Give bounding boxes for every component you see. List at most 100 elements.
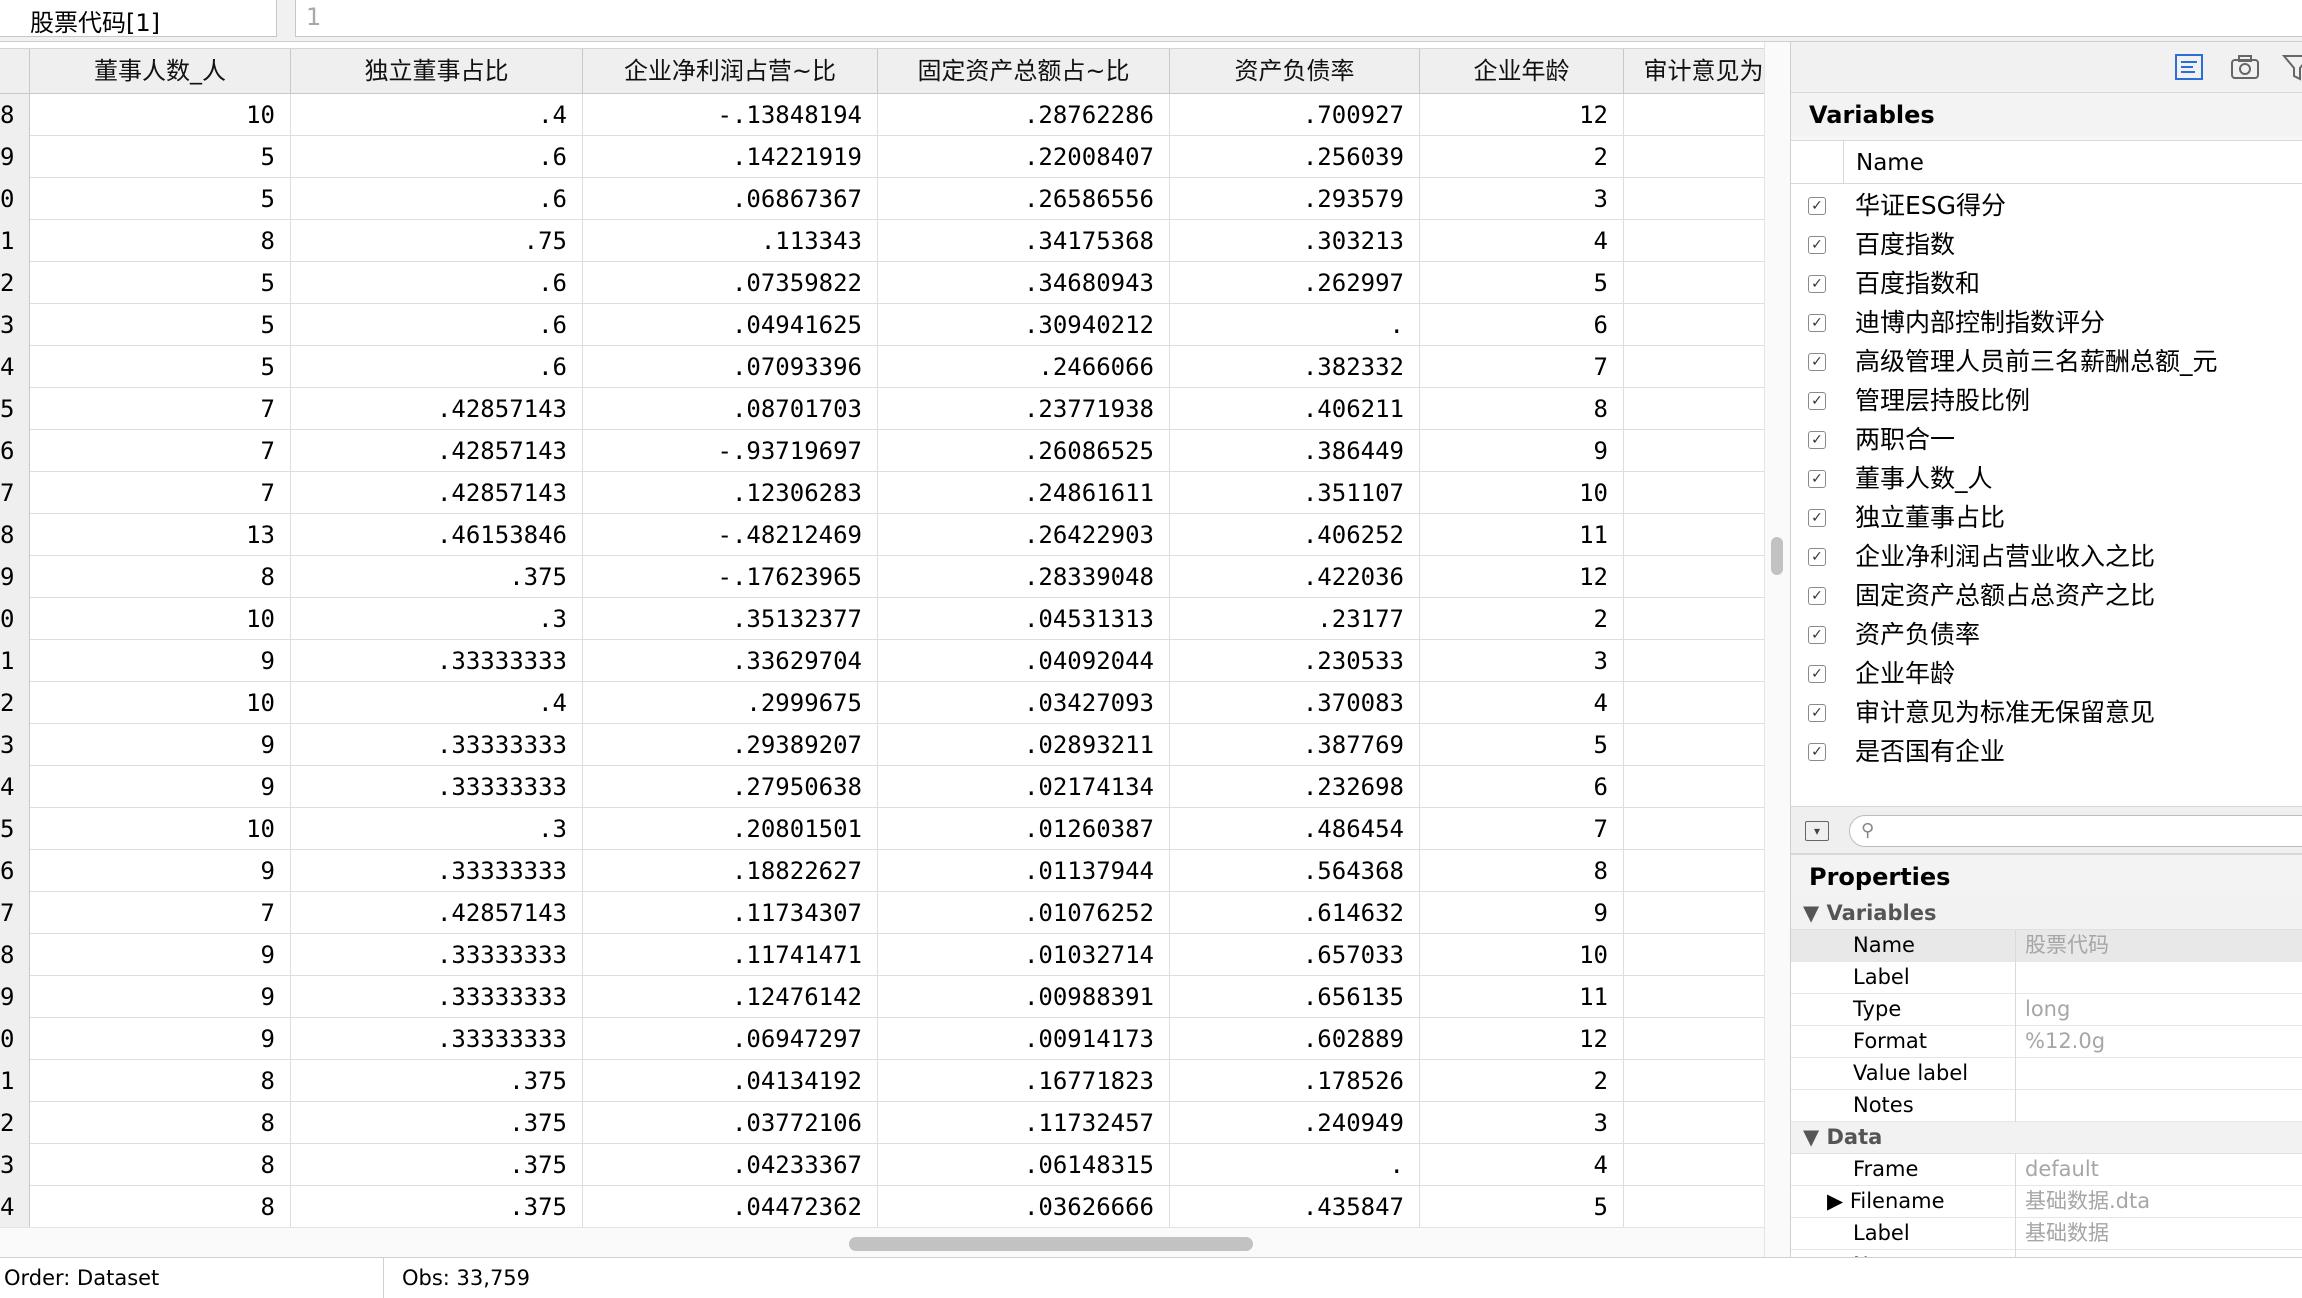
table-cell[interactable]: .26086525 bbox=[878, 430, 1170, 472]
table-cell[interactable]: .24861611 bbox=[878, 472, 1170, 514]
variable-visible-checkbox[interactable]: ✓ bbox=[1808, 392, 1826, 410]
table-cell[interactable]: 12 bbox=[1420, 556, 1624, 598]
table-cell[interactable]: .406252 bbox=[1170, 514, 1420, 556]
table-cell[interactable] bbox=[1624, 556, 1764, 598]
table-cell[interactable]: 3 bbox=[1420, 640, 1624, 682]
variable-visible-checkbox[interactable]: ✓ bbox=[1808, 587, 1826, 605]
table-cell[interactable]: .375 bbox=[291, 556, 583, 598]
name-column-header[interactable]: Name bbox=[1843, 141, 2302, 185]
table-cell[interactable]: .28339048 bbox=[878, 556, 1170, 598]
table-cell[interactable] bbox=[1624, 1018, 1764, 1060]
table-cell[interactable] bbox=[1624, 1144, 1764, 1186]
table-cell[interactable]: .656135 bbox=[1170, 976, 1420, 1018]
table-cell[interactable] bbox=[1624, 514, 1764, 556]
list-item[interactable]: ✓ 管理层持股比例 bbox=[1791, 382, 2302, 420]
table-cell[interactable]: .33333333 bbox=[291, 766, 583, 808]
variable-visible-checkbox[interactable]: ✓ bbox=[1808, 314, 1826, 332]
list-item[interactable]: ✓ 资产负债率 bbox=[1791, 616, 2302, 654]
table-cell[interactable]: .03427093 bbox=[878, 682, 1170, 724]
property-row[interactable]: Label 基础数据 bbox=[1791, 1218, 2302, 1250]
table-cell[interactable] bbox=[1624, 430, 1764, 472]
table-cell[interactable]: .230533 bbox=[1170, 640, 1420, 682]
table-cell[interactable]: .42857143 bbox=[291, 892, 583, 934]
table-cell[interactable]: .303213 bbox=[1170, 220, 1420, 262]
table-cell[interactable]: .27950638 bbox=[583, 766, 878, 808]
table-cell[interactable]: .04941625 bbox=[583, 304, 878, 346]
table-cell[interactable]: .26586556 bbox=[878, 178, 1170, 220]
table-cell[interactable] bbox=[1624, 640, 1764, 682]
table-cell[interactable] bbox=[1624, 304, 1764, 346]
row-number[interactable]: 4 bbox=[0, 766, 30, 808]
table-cell[interactable]: .240949 bbox=[1170, 1102, 1420, 1144]
table-cell[interactable]: .16771823 bbox=[878, 1060, 1170, 1102]
collapse-arrow-icon[interactable]: ▼ bbox=[1803, 1125, 1826, 1149]
table-cell[interactable]: 11 bbox=[1420, 976, 1624, 1018]
table-cell[interactable]: .03772106 bbox=[583, 1102, 878, 1144]
table-cell[interactable]: 9 bbox=[30, 1018, 291, 1060]
table-cell[interactable] bbox=[1624, 850, 1764, 892]
variable-visible-checkbox[interactable]: ✓ bbox=[1808, 353, 1826, 371]
property-row[interactable]: Notes bbox=[1791, 1250, 2302, 1257]
table-cell[interactable]: . bbox=[1170, 1144, 1420, 1186]
property-row[interactable]: Name 股票代码 bbox=[1791, 930, 2302, 962]
table-cell[interactable]: .33629704 bbox=[583, 640, 878, 682]
table-cell[interactable]: .375 bbox=[291, 1060, 583, 1102]
row-number[interactable]: 0 bbox=[0, 1018, 30, 1060]
table-cell[interactable]: .30940212 bbox=[878, 304, 1170, 346]
vertical-scroll-thumb[interactable] bbox=[1771, 537, 1783, 575]
table-cell[interactable]: .35132377 bbox=[583, 598, 878, 640]
table-cell[interactable]: .564368 bbox=[1170, 850, 1420, 892]
table-cell[interactable]: .3 bbox=[291, 598, 583, 640]
table-cell[interactable]: .602889 bbox=[1170, 1018, 1420, 1060]
snapshot-camera-icon[interactable] bbox=[2229, 52, 2261, 82]
table-cell[interactable]: 6 bbox=[1420, 304, 1624, 346]
variable-visible-checkbox[interactable]: ✓ bbox=[1808, 275, 1826, 293]
table-cell[interactable]: .6 bbox=[291, 346, 583, 388]
table-cell[interactable]: .232698 bbox=[1170, 766, 1420, 808]
table-cell[interactable]: .4 bbox=[291, 682, 583, 724]
property-row[interactable]: Value label bbox=[1791, 1058, 2302, 1090]
row-number[interactable]: 8 bbox=[0, 514, 30, 556]
table-cell[interactable]: 4 bbox=[1420, 682, 1624, 724]
table-cell[interactable]: 5 bbox=[30, 262, 291, 304]
table-cell[interactable]: 10 bbox=[1420, 472, 1624, 514]
table-cell[interactable]: . bbox=[1170, 304, 1420, 346]
list-item[interactable]: ✓ 高级管理人员前三名薪酬总额_元 bbox=[1791, 343, 2302, 381]
variable-visible-checkbox[interactable]: ✓ bbox=[1808, 197, 1826, 215]
row-number[interactable]: 4 bbox=[0, 1186, 30, 1227]
table-cell[interactable]: -.13848194 bbox=[583, 94, 878, 136]
table-cell[interactable]: .3 bbox=[291, 808, 583, 850]
variable-visible-checkbox[interactable]: ✓ bbox=[1808, 236, 1826, 254]
table-cell[interactable]: 5 bbox=[1420, 262, 1624, 304]
table-cell[interactable]: .23771938 bbox=[878, 388, 1170, 430]
table-cell[interactable]: .06947297 bbox=[583, 1018, 878, 1060]
table-cell[interactable]: .42857143 bbox=[291, 472, 583, 514]
horizontal-scroll-thumb[interactable] bbox=[849, 1237, 1253, 1251]
table-cell[interactable]: 7 bbox=[30, 892, 291, 934]
vertical-scrollbar[interactable] bbox=[1764, 42, 1790, 1257]
table-cell[interactable]: 11 bbox=[1420, 514, 1624, 556]
table-cell[interactable]: 3 bbox=[1420, 178, 1624, 220]
table-cell[interactable]: .03626666 bbox=[878, 1186, 1170, 1227]
property-row[interactable]: Label bbox=[1791, 962, 2302, 994]
row-number[interactable]: 7 bbox=[0, 892, 30, 934]
filter-funnel-icon[interactable] bbox=[2281, 52, 2302, 82]
table-cell[interactable]: 8 bbox=[30, 1186, 291, 1227]
list-item[interactable]: ✓ 固定资产总额占总资产之比 bbox=[1791, 577, 2302, 615]
table-cell[interactable]: .42857143 bbox=[291, 388, 583, 430]
list-item[interactable]: ✓ 是否国有企业 bbox=[1791, 733, 2302, 771]
list-item[interactable]: ✓ 两职合一 bbox=[1791, 421, 2302, 459]
table-cell[interactable] bbox=[1624, 220, 1764, 262]
table-cell[interactable]: .18822627 bbox=[583, 850, 878, 892]
variable-visible-checkbox[interactable]: ✓ bbox=[1808, 509, 1826, 527]
table-cell[interactable]: .01032714 bbox=[878, 934, 1170, 976]
row-number[interactable]: 1 bbox=[0, 1060, 30, 1102]
table-cell[interactable]: .4 bbox=[291, 94, 583, 136]
collapse-arrow-icon[interactable]: ▼ bbox=[1803, 901, 1826, 925]
table-cell[interactable]: .178526 bbox=[1170, 1060, 1420, 1102]
table-cell[interactable]: 9 bbox=[1420, 892, 1624, 934]
table-cell[interactable] bbox=[1624, 724, 1764, 766]
table-cell[interactable]: 8 bbox=[30, 1144, 291, 1186]
column-header-4[interactable]: 固定资产总额占~比 bbox=[878, 49, 1170, 94]
table-cell[interactable]: 9 bbox=[30, 934, 291, 976]
